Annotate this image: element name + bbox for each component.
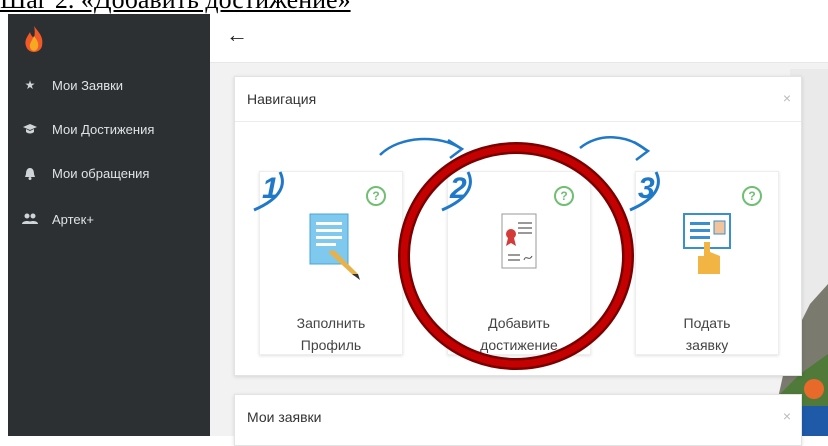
my-applications-panel: Мои заявки × — [234, 394, 802, 446]
sidebar-item-artek-plus[interactable]: Артек+ — [8, 204, 210, 234]
close-icon[interactable]: × — [783, 90, 791, 106]
navigation-panel-title: Навигация — [247, 91, 317, 107]
my-applications-title: Мои заявки — [247, 409, 322, 425]
star-icon: ★ — [24, 78, 36, 92]
sidebar-item-label: Артек+ — [52, 211, 94, 227]
step-number-2: 2 — [441, 171, 472, 212]
bell-icon — [22, 165, 38, 181]
flame-logo-icon[interactable] — [18, 24, 50, 56]
sidebar: ★ Мои Заявки Мои Достижения Мои обращени… — [8, 14, 210, 436]
form-hand-icon — [683, 213, 731, 274]
document-pen-icon — [309, 213, 360, 280]
navigation-panel-header: Навигация × — [235, 77, 801, 122]
sidebar-item-label: Мои Достижения — [52, 121, 155, 137]
main-area: ← Навигация × 1 ? Заполнить Профиль 2 ? … — [210, 14, 828, 446]
sidebar-item-applications[interactable]: ★ Мои Заявки — [8, 70, 210, 100]
step-caption: Шаг 2. «Добавить достижение» — [0, 0, 520, 14]
card-fill-profile[interactable]: 1 ? Заполнить Профиль — [253, 171, 403, 355]
close-icon[interactable]: × — [783, 408, 791, 424]
graduation-cap-icon — [22, 121, 38, 137]
sidebar-item-requests[interactable]: Мои обращения — [8, 158, 210, 188]
back-arrow-icon[interactable]: ← — [226, 22, 248, 48]
sidebar-item-achievements[interactable]: Мои Достижения — [8, 114, 210, 144]
card-add-achievement[interactable]: 2 ? Добавить достижение — [441, 171, 591, 355]
help-icon[interactable]: ? — [742, 186, 762, 206]
card-label: Добавить достижение — [480, 315, 558, 353]
navigation-panel: Навигация × 1 ? Заполнить Профиль 2 ? До… — [234, 76, 802, 376]
sidebar-item-label: Мои Заявки — [52, 77, 124, 93]
step-number-3: 3 — [629, 171, 660, 212]
card-submit-application[interactable]: 3 ? Подать заявку — [629, 171, 779, 355]
sidebar-item-label: Мои обращения — [52, 165, 150, 181]
users-icon — [22, 211, 38, 227]
top-bar: ← — [210, 14, 828, 63]
certificate-icon — [501, 213, 537, 269]
help-icon[interactable]: ? — [366, 186, 386, 206]
help-icon[interactable]: ? — [554, 186, 574, 206]
step-number-1: 1 — [253, 171, 284, 212]
card-label: Подать заявку — [683, 315, 731, 353]
card-label: Заполнить Профиль — [296, 315, 366, 353]
